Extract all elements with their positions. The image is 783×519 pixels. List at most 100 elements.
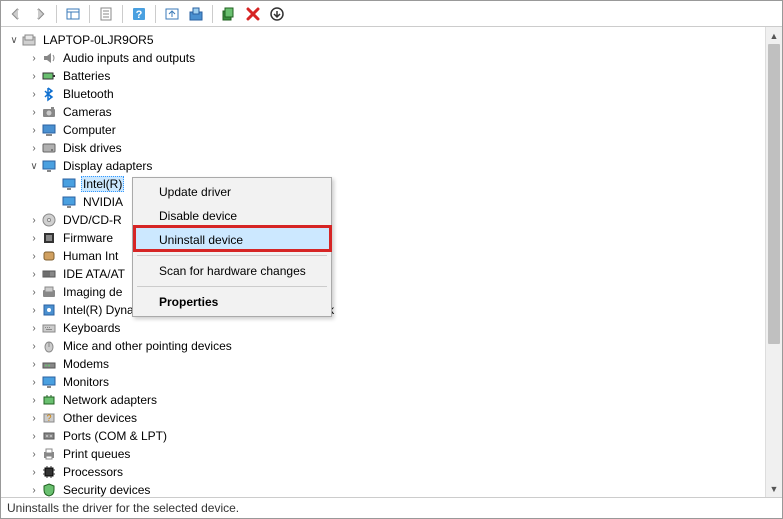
- twisty-collapsed[interactable]: ›: [27, 51, 41, 65]
- tree-category[interactable]: › Security devices: [5, 481, 765, 497]
- tree-category[interactable]: › Processors: [5, 463, 765, 481]
- scan-hardware-button[interactable]: [185, 3, 207, 25]
- tree-device[interactable]: NVIDIA: [5, 193, 765, 211]
- tree-category[interactable]: › Imaging de: [5, 283, 765, 301]
- twisty-collapsed[interactable]: ›: [27, 429, 41, 443]
- category-label: Imaging de: [61, 284, 124, 300]
- category-label: Security devices: [61, 482, 152, 497]
- vertical-scrollbar[interactable]: ▲ ▼: [765, 27, 782, 497]
- twisty-collapsed[interactable]: ›: [27, 483, 41, 497]
- update-driver-button[interactable]: [161, 3, 183, 25]
- twisty-collapsed[interactable]: ›: [27, 303, 41, 317]
- cpu-icon: [41, 464, 57, 480]
- twisty-collapsed[interactable]: ›: [27, 411, 41, 425]
- show-hidden-button[interactable]: [62, 3, 84, 25]
- category-label: Network adapters: [61, 392, 159, 408]
- twisty-expanded[interactable]: ∨: [27, 159, 41, 173]
- twisty-collapsed[interactable]: ›: [27, 105, 41, 119]
- tree-category[interactable]: › Cameras: [5, 103, 765, 121]
- category-label: Cameras: [61, 104, 114, 120]
- tree-category[interactable]: ∨ Display adapters: [5, 157, 765, 175]
- separator: [155, 5, 156, 23]
- twisty-collapsed[interactable]: ›: [27, 357, 41, 371]
- tree-category[interactable]: ›Intel(R) Dynamic Platform and Thermal F…: [5, 301, 765, 319]
- tree-category[interactable]: › Network adapters: [5, 391, 765, 409]
- menu-item[interactable]: Uninstall device: [135, 228, 329, 252]
- menu-item[interactable]: Update driver: [135, 180, 329, 204]
- twisty-collapsed[interactable]: ›: [27, 249, 41, 263]
- twisty-collapsed[interactable]: ›: [27, 123, 41, 137]
- scroll-thumb[interactable]: [768, 44, 780, 344]
- twisty-collapsed[interactable]: ›: [27, 465, 41, 479]
- tree-category[interactable]: › Bluetooth: [5, 85, 765, 103]
- scroll-up-arrow[interactable]: ▲: [766, 27, 782, 44]
- twisty-collapsed[interactable]: ›: [27, 447, 41, 461]
- uninstall-button[interactable]: [266, 3, 288, 25]
- tree-category[interactable]: ›?Other devices: [5, 409, 765, 427]
- menu-item[interactable]: Scan for hardware changes: [135, 259, 329, 283]
- tree-category[interactable]: › Human Int: [5, 247, 765, 265]
- root-label: LAPTOP-0LJR9OR5: [41, 32, 156, 48]
- forward-button[interactable]: [29, 3, 51, 25]
- device-tree[interactable]: ∨ LAPTOP-0LJR9OR5›Audio inputs and output…: [1, 27, 765, 497]
- category-label: Human Int: [61, 248, 120, 264]
- svg-text:?: ?: [46, 413, 51, 423]
- category-label: DVD/CD-R: [61, 212, 124, 228]
- twisty-collapsed[interactable]: ›: [27, 267, 41, 281]
- properties-button[interactable]: [95, 3, 117, 25]
- tree-root[interactable]: ∨ LAPTOP-0LJR9OR5: [5, 31, 765, 49]
- remove-button[interactable]: [242, 3, 264, 25]
- display-icon: [41, 158, 57, 174]
- category-label: Monitors: [61, 374, 111, 390]
- network-icon: [41, 392, 57, 408]
- tree-category[interactable]: ›Audio inputs and outputs: [5, 49, 765, 67]
- category-label: Ports (COM & LPT): [61, 428, 169, 444]
- twisty-collapsed[interactable]: ›: [27, 321, 41, 335]
- tree-category[interactable]: › Print queues: [5, 445, 765, 463]
- bluetooth-icon: [41, 86, 57, 102]
- category-label: Processors: [61, 464, 125, 480]
- menu-item[interactable]: Properties: [135, 290, 329, 314]
- twisty-collapsed[interactable]: ›: [27, 339, 41, 353]
- display-icon: [61, 176, 77, 192]
- toolbar: ?: [1, 1, 782, 27]
- twisty-collapsed[interactable]: ›: [27, 285, 41, 299]
- category-label: Print queues: [61, 446, 132, 462]
- device-label: Intel(R): [81, 176, 124, 192]
- scroll-down-arrow[interactable]: ▼: [766, 480, 782, 497]
- other-icon: ?: [41, 410, 57, 426]
- category-label: Keyboards: [61, 320, 122, 336]
- twisty-collapsed[interactable]: ›: [27, 213, 41, 227]
- tree-category[interactable]: › IDE ATA/AT: [5, 265, 765, 283]
- add-legacy-button[interactable]: [218, 3, 240, 25]
- tree-category[interactable]: › DVD/CD-R: [5, 211, 765, 229]
- category-label: Modems: [61, 356, 111, 372]
- tree-category[interactable]: ›Firmware: [5, 229, 765, 247]
- twisty-collapsed[interactable]: ›: [27, 393, 41, 407]
- tree-category[interactable]: › Modems: [5, 355, 765, 373]
- disk-icon: [41, 140, 57, 156]
- device-label: NVIDIA: [81, 194, 125, 210]
- twisty-collapsed[interactable]: ›: [27, 69, 41, 83]
- tree-device[interactable]: Intel(R): [5, 175, 765, 193]
- tree-category[interactable]: › Keyboards: [5, 319, 765, 337]
- back-button[interactable]: [5, 3, 27, 25]
- mouse-icon: [41, 338, 57, 354]
- menu-item[interactable]: Disable device: [135, 204, 329, 228]
- category-label: IDE ATA/AT: [61, 266, 127, 282]
- category-label: Display adapters: [61, 158, 154, 174]
- twisty-collapsed[interactable]: ›: [27, 87, 41, 101]
- tree-category[interactable]: › Disk drives: [5, 139, 765, 157]
- tree-category[interactable]: ›Mice and other pointing devices: [5, 337, 765, 355]
- help-button[interactable]: ?: [128, 3, 150, 25]
- tree-category[interactable]: › Ports (COM & LPT): [5, 427, 765, 445]
- twisty-collapsed[interactable]: ›: [27, 141, 41, 155]
- category-label: Disk drives: [61, 140, 124, 156]
- tree-category[interactable]: › Monitors: [5, 373, 765, 391]
- twisty-collapsed[interactable]: ›: [27, 375, 41, 389]
- tree-category[interactable]: ›Batteries: [5, 67, 765, 85]
- category-label: Bluetooth: [61, 86, 116, 102]
- tree-category[interactable]: ›Computer: [5, 121, 765, 139]
- twisty-collapsed[interactable]: ›: [27, 231, 41, 245]
- twisty-expanded[interactable]: ∨: [7, 33, 21, 47]
